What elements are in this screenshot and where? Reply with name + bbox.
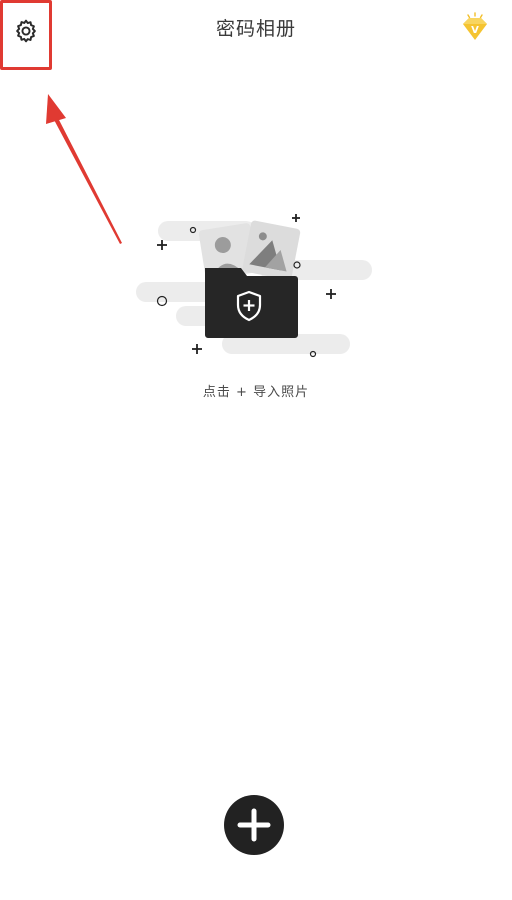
svg-text:V: V xyxy=(471,25,479,36)
app-header: 密码相册 V xyxy=(0,0,512,70)
add-photo-button[interactable] xyxy=(224,795,284,855)
page-title: 密码相册 xyxy=(215,18,296,40)
diamond-vip-icon: V xyxy=(463,12,487,40)
empty-state-hint: 点击 + 导入照片 xyxy=(202,385,310,400)
plus-icon xyxy=(237,808,271,842)
annotation-arrow xyxy=(46,94,122,244)
empty-state-illustration xyxy=(130,210,380,370)
vip-button[interactable]: V xyxy=(458,12,492,44)
secure-folder-icon xyxy=(205,268,298,338)
